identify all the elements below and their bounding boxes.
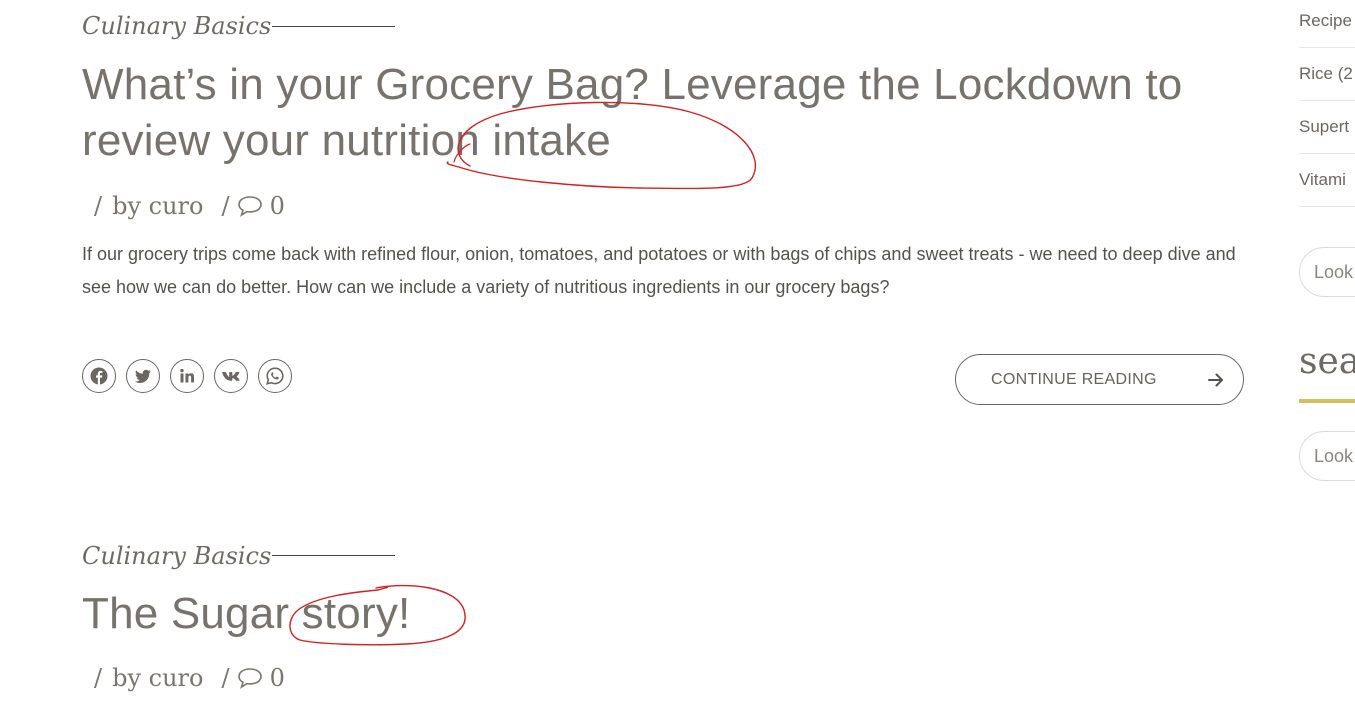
post-title-line2[interactable]: review your nutrition intake bbox=[82, 116, 611, 165]
whatsapp-icon bbox=[266, 367, 284, 385]
search-input[interactable]: Look bbox=[1299, 247, 1355, 297]
heading-underline bbox=[1299, 399, 1355, 403]
post-author-link[interactable]: by curo bbox=[112, 191, 203, 221]
meta-separator: / bbox=[94, 664, 103, 692]
whatsapp-share-button[interactable] bbox=[258, 359, 292, 393]
search-input[interactable]: Look bbox=[1299, 431, 1355, 481]
twitter-icon bbox=[134, 369, 151, 383]
post-title[interactable]: What’s in your Grocery Bag? Leverage the… bbox=[82, 57, 1182, 113]
sidebar-category-item[interactable]: Vitami bbox=[1299, 154, 1355, 207]
linkedin-share-button[interactable] bbox=[170, 359, 204, 393]
meta-separator: / bbox=[94, 192, 103, 220]
sidebar-category-item[interactable]: Supert bbox=[1299, 101, 1355, 154]
meta-separator: / bbox=[221, 664, 230, 692]
search-widget-heading: sear bbox=[1299, 341, 1355, 382]
post-meta: / by curo / 0 bbox=[94, 663, 285, 693]
vk-share-button[interactable] bbox=[214, 359, 248, 393]
facebook-icon bbox=[90, 367, 108, 385]
category-divider bbox=[272, 555, 395, 556]
post-title-text[interactable]: The Sugar story! bbox=[82, 589, 410, 638]
comment-count[interactable]: 0 bbox=[270, 191, 285, 221]
share-buttons bbox=[82, 359, 292, 393]
post-category[interactable]: Culinary Basics bbox=[82, 541, 271, 571]
comment-icon[interactable] bbox=[236, 194, 264, 218]
comment-count[interactable]: 0 bbox=[270, 663, 285, 693]
continue-reading-button[interactable]: CONTINUE READING bbox=[955, 354, 1244, 405]
comment-icon[interactable] bbox=[236, 666, 264, 690]
twitter-share-button[interactable] bbox=[126, 359, 160, 393]
post-category[interactable]: Culinary Basics bbox=[82, 11, 271, 41]
sidebar-category-item[interactable]: Rice (2 bbox=[1299, 48, 1355, 101]
facebook-share-button[interactable] bbox=[82, 359, 116, 393]
post-title-cont[interactable]: review your nutrition intake bbox=[82, 113, 611, 169]
meta-separator: / bbox=[221, 192, 230, 220]
arrow-right-icon bbox=[1208, 373, 1223, 386]
post-title-line1[interactable]: What’s in your Grocery Bag? Leverage the… bbox=[82, 60, 1182, 109]
vk-icon bbox=[222, 372, 240, 381]
post-author-link[interactable]: by curo bbox=[112, 663, 203, 693]
linkedin-icon bbox=[180, 368, 194, 383]
post-title[interactable]: The Sugar story! bbox=[82, 586, 410, 642]
sidebar-category-item[interactable]: Recipe bbox=[1299, 0, 1355, 48]
post-excerpt: If our grocery trips come back with refi… bbox=[82, 244, 1236, 297]
continue-reading-label: CONTINUE READING bbox=[991, 370, 1157, 388]
category-divider bbox=[272, 26, 395, 27]
post-meta: / by curo / 0 bbox=[94, 191, 285, 221]
page: Culinary Basics What’s in your Grocery B… bbox=[0, 0, 1355, 716]
